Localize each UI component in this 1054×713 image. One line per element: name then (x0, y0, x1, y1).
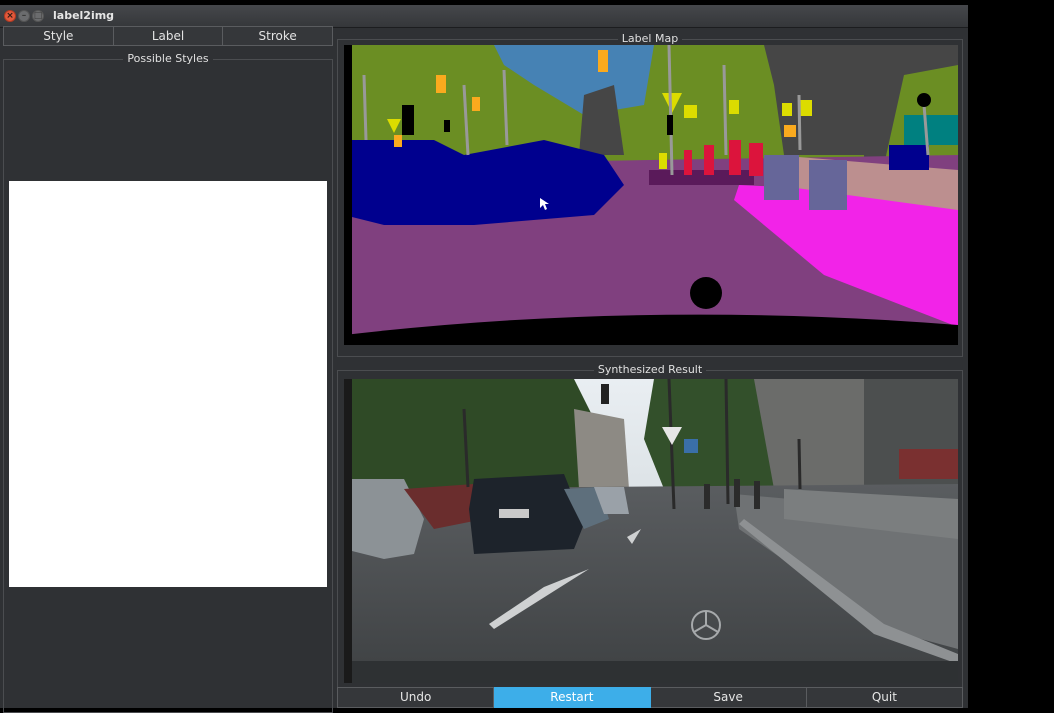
maximize-icon: □ (33, 11, 43, 21)
tab-style[interactable]: Style (3, 26, 114, 46)
synthesized-result-title: Synthesized Result (593, 363, 707, 376)
synthesized-result-panel: Synthesized Result (337, 363, 963, 692)
style-preview-canvas[interactable] (9, 181, 327, 587)
possible-styles-title: Possible Styles (123, 52, 213, 65)
tab-stroke[interactable]: Stroke (223, 26, 334, 46)
title-bar: × – □ label2img (0, 5, 968, 28)
possible-styles-panel: Possible Styles (3, 52, 333, 713)
maximize-window-button[interactable]: □ (32, 10, 44, 22)
minimize-icon: – (21, 11, 27, 21)
undo-button[interactable]: Undo (337, 687, 495, 708)
synthesized-result-image (344, 379, 958, 683)
label-map-panel: Label Map (337, 32, 963, 357)
label-map-canvas[interactable] (344, 45, 958, 345)
quit-button[interactable]: Quit (806, 687, 963, 708)
app-window: × – □ label2img Style Label Stroke Possi… (0, 5, 968, 713)
minimize-window-button[interactable]: – (18, 10, 30, 22)
tab-label[interactable]: Label (113, 26, 224, 46)
label-map-title: Label Map (617, 32, 683, 45)
mode-tabs: Style Label Stroke (3, 26, 334, 47)
action-bar: Undo Restart Save Quit (337, 687, 963, 708)
close-icon: × (6, 11, 14, 21)
window-title: label2img (53, 9, 115, 22)
save-button[interactable]: Save (650, 687, 807, 708)
restart-button[interactable]: Restart (494, 687, 651, 708)
close-window-button[interactable]: × (4, 10, 16, 22)
